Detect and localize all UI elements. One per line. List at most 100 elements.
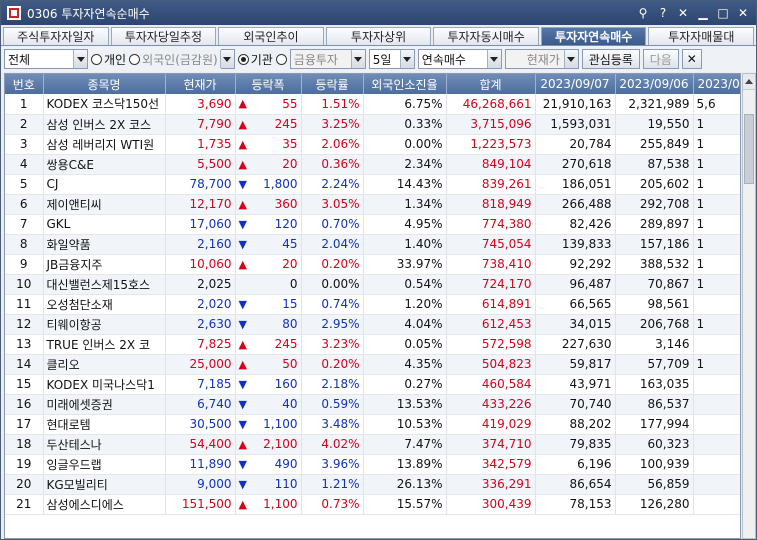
minimize-icon[interactable]: ▁ [696,6,710,20]
tab-investor-daily[interactable]: 주식투자자일자 [3,27,109,45]
change-rate: 1.21% [301,474,364,495]
day1-amount: 79,835 [535,434,616,455]
table-row[interactable]: 5 CJ 78,700 ▼ 1,800 2.24% 14.43% 839,261 186,051… [5,174,740,195]
col-header-date3[interactable]: 2023/09 [693,74,740,94]
day2-amount: 255,849 [615,134,694,155]
table-row[interactable]: 3 삼성 레버리지 WTI원 1,735 ▲ 35 2.06% 0.00% 1,223,573… [5,134,740,155]
stock-name: 삼성에스디에스 [43,494,166,515]
col-header-name[interactable]: 종목명 [43,74,166,94]
chevron-down-icon [563,50,578,68]
table-row[interactable]: 4 쌍용C&E 5,500 ▲ 20 0.36% 2.34% 849,104 270,618 87… [5,154,740,175]
col-header-date1[interactable]: 2023/09/07 [535,74,616,94]
col-header-rate[interactable]: 등락률 [301,74,364,94]
tab-foreign-trend[interactable]: 외국인추이 [218,27,324,45]
table-row[interactable]: 11 오성첨단소재 2,020 ▼ 15 0.74% 1.20% 614,891 66,565 9… [5,294,740,315]
table-row[interactable]: 8 화일약품 2,160 ▼ 45 2.04% 1.40% 745,054 139,833 157… [5,234,740,255]
table-row[interactable]: 2 삼성 인버스 2X 코스 7,790 ▲ 245 3.25% 0.33% 3,715,09… [5,114,740,135]
maximize-icon[interactable]: □ [716,6,730,20]
tab-investor-estimate[interactable]: 투자자당일추정 [110,27,217,45]
close-x-icon[interactable]: ✕ [676,6,690,20]
current-price: 12,170 [165,194,236,215]
radio-individual[interactable]: 개인 [91,51,126,68]
foreign-type-select[interactable] [219,49,235,69]
col-header-foreign[interactable]: 외국인소진율 [363,74,447,94]
change-rate: 3.23% [301,334,364,355]
day3-amount: 1 [693,114,740,135]
scroll-up-icon[interactable] [743,74,755,90]
stock-name: 삼성 인버스 2X 코스 [43,114,166,135]
close-panel-button[interactable]: ✕ [681,49,702,69]
day1-amount: 139,833 [535,234,616,255]
help-icon[interactable]: ? [656,6,670,20]
current-price: 25,000 [165,354,236,375]
total-amount: 745,054 [446,234,536,255]
institution-type-select[interactable]: 금융투자 [289,49,366,69]
table-row[interactable]: 19 잉글우드랩 11,890 ▼ 490 3.96% 13.89% 342,579 6,196… [5,454,740,475]
table-row[interactable]: 17 현대로템 30,500 ▼ 1,100 3.48% 10.53% 419,029 88,2… [5,414,740,435]
table-row[interactable]: 21 삼성에스디에스 151,500 ▲ 1,100 0.73% 15.57% 300,439… [5,494,740,515]
stock-name: 티웨이항공 [43,314,166,335]
day1-amount: 92,292 [535,254,616,275]
down-arrow-icon: ▼ [238,297,247,311]
radio-institution[interactable]: 기관 [237,51,273,68]
change-amount: 0 [235,274,302,295]
table-row[interactable]: 9 JB금융지주 10,060 ▲ 20 0.20% 33.97% 738,410 92,292… [5,254,740,275]
col-header-price[interactable]: 현재가 [165,74,236,94]
next-button[interactable]: 다음 [642,49,679,69]
chevron-down-icon [219,50,234,68]
vertical-scrollbar[interactable] [742,73,756,539]
table-row[interactable]: 13 TRUE 인버스 2X 코 7,825 ▲ 245 3.23% 0.05% 572,59… [5,334,740,355]
col-header-no[interactable]: 번호 [5,74,44,94]
foreign-ratio: 2.34% [363,154,447,175]
table-row[interactable]: 7 GKL 17,060 ▼ 120 0.70% 4.95% 774,380 82,426 289… [5,214,740,235]
scroll-thumb[interactable] [744,114,754,184]
change-rate: 2.95% [301,314,364,335]
radio-institution-type[interactable] [275,53,287,65]
tab-investor-concurrent[interactable]: 투자자동시매수 [433,27,539,45]
col-header-date2[interactable]: 2023/09/06 [615,74,694,94]
up-arrow-icon: ▲ [238,117,247,131]
watch-register-button[interactable]: 관심등록 [581,49,640,69]
change-amount: ▼ 80 [235,314,302,335]
tab-investor-top[interactable]: 투자자상위 [325,27,432,45]
table-row[interactable]: 6 제이앤티씨 12,170 ▲ 360 3.05% 1.34% 818,949 266,488… [5,194,740,215]
table-row[interactable]: 15 KODEX 미국나스닥1 7,185 ▼ 160 2.18% 0.27% 460,584… [5,374,740,395]
row-number: 20 [5,474,44,495]
total-amount: 342,579 [446,454,536,475]
current-price: 3,690 [165,94,236,115]
radio-foreign[interactable]: 외국인(금감원) [129,51,218,68]
col-header-change[interactable]: 등락폭 [235,74,302,94]
change-amount: ▼ 15 [235,294,302,315]
tab-investor-consecutive[interactable]: 투자자연속매수 [540,27,647,45]
table-row[interactable]: 1 KODEX 코스닥150선 3,690 ▲ 55 1.51% 6.75% 46,268,6… [5,94,740,115]
pin-icon[interactable]: ⚲ [636,6,650,20]
foreign-ratio: 13.89% [363,454,447,475]
table-row[interactable]: 18 두산테스나 54,400 ▲ 2,100 4.02% 7.47% 374,710 79,8… [5,434,740,455]
day1-amount: 96,487 [535,274,616,295]
down-arrow-icon: ▼ [238,237,247,251]
up-arrow-icon: ▲ [238,137,247,151]
up-arrow-icon: ▲ [238,157,247,171]
sort-select[interactable]: 연속매수 [417,49,502,69]
total-amount: 504,823 [446,354,536,375]
table-row[interactable]: 16 미래에셋증권 6,740 ▼ 40 0.59% 13.53% 433,226 70,740… [5,394,740,415]
day3-amount [693,374,740,395]
col-header-total[interactable]: 합계 [446,74,536,94]
day2-amount: 177,994 [615,414,694,435]
change-amount: ▼ 45 [235,234,302,255]
table-row[interactable]: 14 클리오 25,000 ▲ 50 0.20% 4.35% 504,823 59,817 57,… [5,354,740,375]
day1-amount: 20,784 [535,134,616,155]
day3-amount [693,494,740,515]
day1-amount: 227,630 [535,334,616,355]
period-select[interactable]: 5일 [368,49,415,69]
table-row[interactable]: 12 티웨이항공 2,630 ▼ 80 2.95% 4.04% 612,453 34,015 20… [5,314,740,335]
tab-investor-volume[interactable]: 투자자매물대 [648,27,755,45]
table-row[interactable]: 20 KG모빌리티 9,000 ▼ 110 1.21% 26.13% 336,291 86,65… [5,474,740,495]
price-select[interactable]: 현재가 [504,49,579,69]
stock-name: JB금융지주 [43,254,166,275]
current-price: 1,735 [165,134,236,155]
down-arrow-icon: ▼ [238,477,247,491]
market-select[interactable]: 전체 [4,49,88,69]
close-icon[interactable]: ✕ [736,6,750,20]
table-row[interactable]: 10 대신밸런스제15호스 2,025 0 0.00% 0.54% 724,170 96,48… [5,274,740,295]
